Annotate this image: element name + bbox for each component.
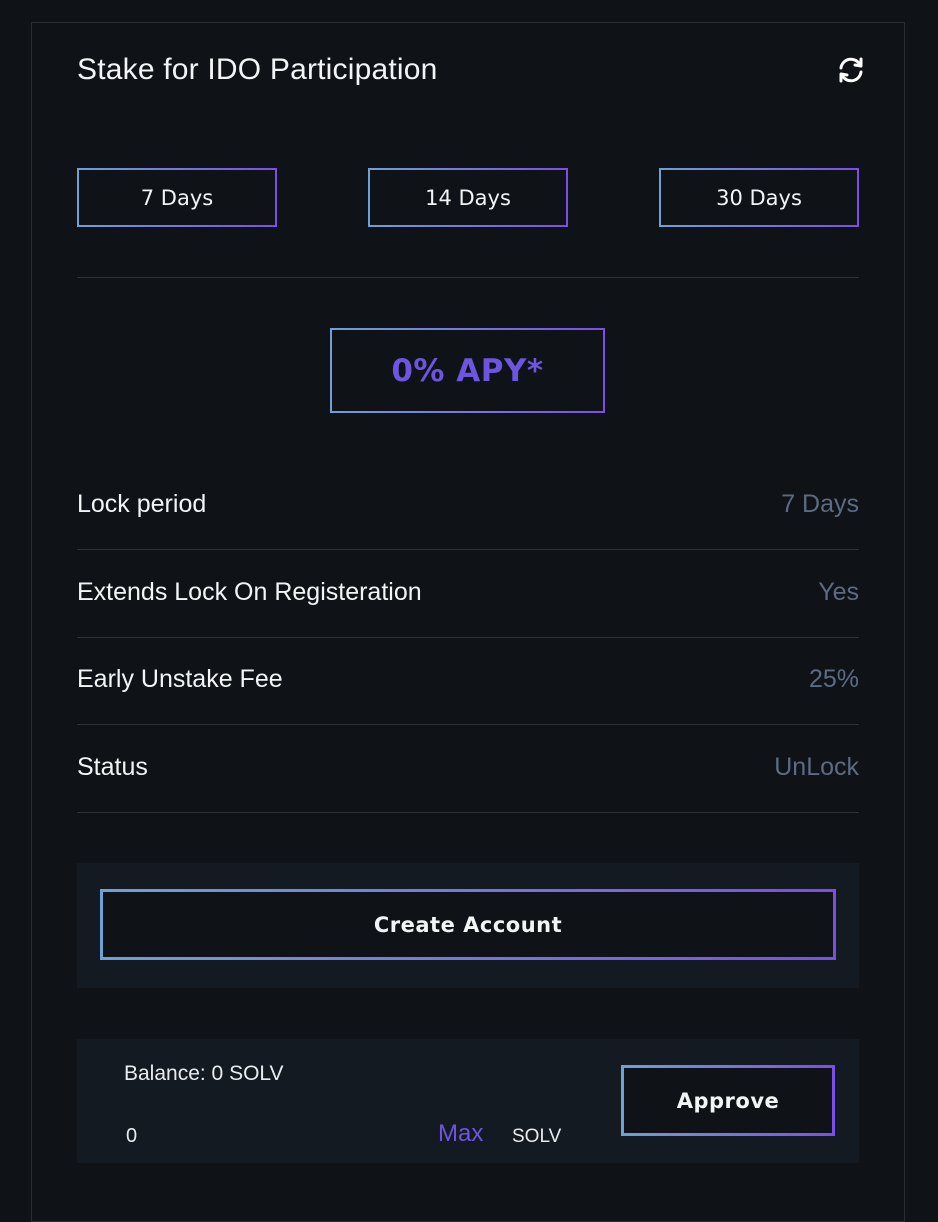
balance-label: Balance: 0 SOLV xyxy=(124,1062,284,1085)
create-account-button[interactable]: Create Account xyxy=(100,889,836,960)
section-divider xyxy=(77,277,859,278)
max-button[interactable]: Max xyxy=(438,1120,483,1148)
detail-label: Early Unstake Fee xyxy=(77,665,283,693)
detail-label: Lock period xyxy=(77,490,207,518)
refresh-icon[interactable] xyxy=(834,53,868,87)
duration-14-days-button[interactable]: 14 Days xyxy=(368,168,568,227)
stake-amount-input[interactable] xyxy=(126,1121,416,1151)
approve-button[interactable]: Approve xyxy=(621,1065,835,1136)
status-value: UnLock xyxy=(774,753,859,781)
detail-label: Extends Lock On Registeration xyxy=(77,578,422,606)
stake-card: Stake for IDO Participation 7 Days 14 Da… xyxy=(31,22,905,1222)
page-title: Stake for IDO Participation xyxy=(77,53,438,86)
apy-badge: 0% APY* xyxy=(330,328,605,413)
detail-value: 7 Days xyxy=(781,490,859,518)
detail-value: 25% xyxy=(808,665,859,693)
detail-row-extends-lock: Extends Lock On Registeration Yes xyxy=(77,550,859,638)
detail-value: Yes xyxy=(818,578,859,606)
stake-input-panel: Balance: 0 SOLV Max SOLV Approve xyxy=(77,1039,859,1163)
duration-30-days-button[interactable]: 30 Days xyxy=(659,168,859,227)
detail-label: Status xyxy=(77,753,148,781)
duration-7-days-button[interactable]: 7 Days xyxy=(77,168,277,227)
detail-row-status: Status UnLock xyxy=(77,725,859,813)
detail-row-early-unstake-fee: Early Unstake Fee 25% xyxy=(77,637,859,725)
create-account-panel: Create Account xyxy=(77,863,859,988)
token-symbol: SOLV xyxy=(512,1126,562,1147)
detail-row-lock-period: Lock period 7 Days xyxy=(77,462,859,550)
